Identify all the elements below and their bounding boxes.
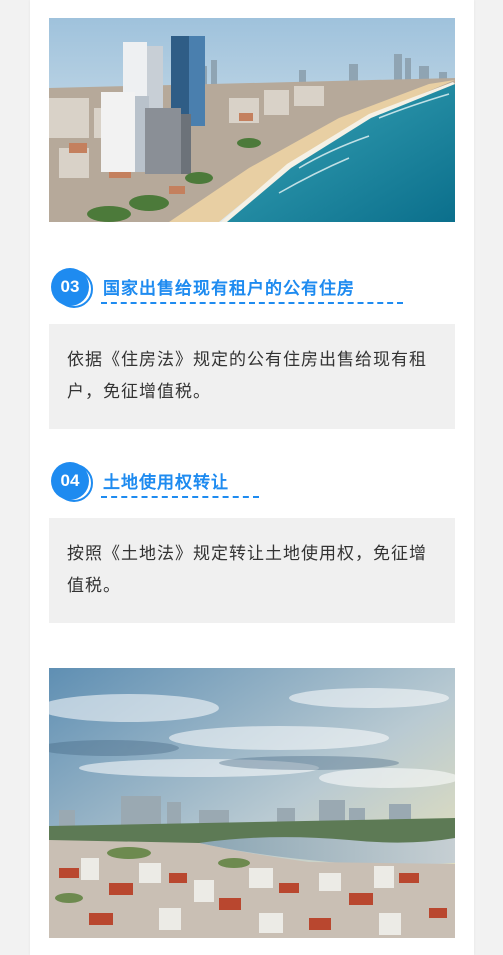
title-underline <box>101 496 259 498</box>
section-title: 国家出售给现有租户的公有住房 <box>103 279 355 299</box>
section-number-badge: 04 <box>51 462 93 502</box>
title-underline <box>101 302 403 304</box>
section-number-badge: 03 <box>51 268 93 308</box>
river-city-photo <box>49 668 455 938</box>
beach-city-photo <box>49 18 455 222</box>
article-page: 03 国家出售给现有租户的公有住房 依据《住房法》规定的公有住房出售给现有租户，… <box>30 0 474 955</box>
section-header-03: 03 国家出售给现有租户的公有住房 <box>49 268 429 310</box>
section-text-box: 按照《土地法》规定转让土地使用权，免征增值税。 <box>49 518 455 623</box>
section-text-box: 依据《住房法》规定的公有住房出售给现有租户，免征增值税。 <box>49 324 455 429</box>
section-header-04: 04 土地使用权转让 <box>49 462 309 504</box>
section-title: 土地使用权转让 <box>103 473 229 493</box>
